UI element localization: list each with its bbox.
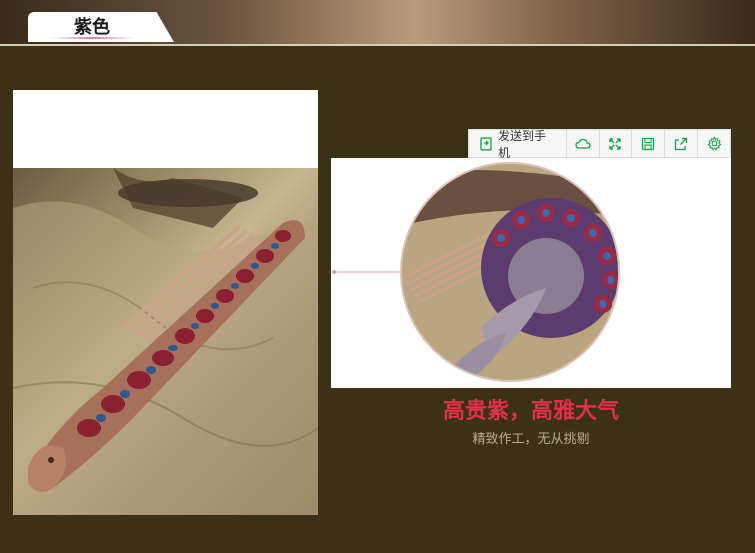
cloud-icon bbox=[574, 138, 591, 149]
product-photo-comb bbox=[13, 168, 318, 515]
circle-detail-illustration bbox=[332, 162, 620, 382]
product-subline: 精致作工，无从挑剔 bbox=[472, 432, 590, 447]
image-top-blank bbox=[13, 90, 318, 168]
expand-button[interactable] bbox=[600, 130, 633, 157]
save-button[interactable] bbox=[632, 130, 666, 157]
cloud-button[interactable] bbox=[567, 130, 600, 157]
header-bar: 紫色 bbox=[0, 0, 755, 46]
tab-label: 紫色 bbox=[74, 17, 110, 38]
send-to-phone-button[interactable]: 发送到手机 bbox=[469, 129, 567, 160]
phone-send-icon bbox=[480, 136, 492, 151]
save-icon bbox=[642, 137, 655, 150]
expand-icon bbox=[609, 137, 622, 150]
settings-button[interactable] bbox=[698, 130, 730, 157]
settings-icon bbox=[707, 136, 722, 151]
image-toolbar: 发送到手机 bbox=[468, 129, 731, 160]
product-detail-panel bbox=[331, 158, 731, 388]
send-to-phone-label: 发送到手机 bbox=[497, 128, 546, 160]
share-button[interactable] bbox=[665, 130, 699, 157]
tab-underline bbox=[50, 37, 135, 39]
comb-illustration bbox=[13, 168, 318, 515]
share-icon bbox=[675, 137, 688, 150]
product-headline: 高贵紫，高雅大气 bbox=[442, 399, 619, 424]
